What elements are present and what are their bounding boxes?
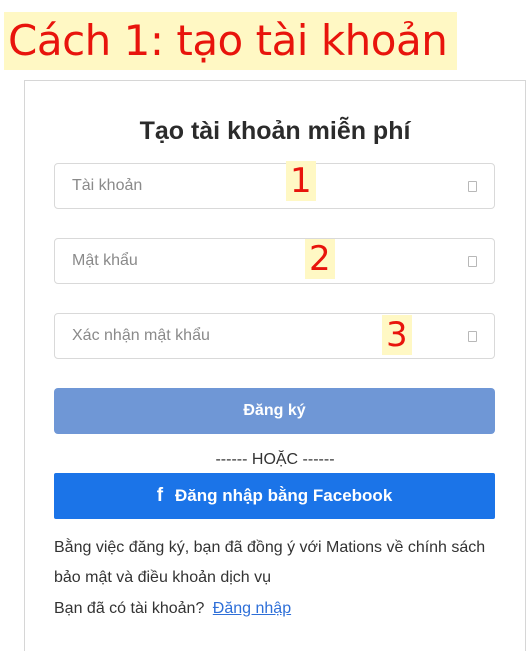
confirm-password-placeholder: Xác nhận mật khẩu	[72, 327, 210, 344]
username-field[interactable]: Tài khoản 1	[54, 161, 495, 209]
field-icon	[468, 256, 477, 267]
password-placeholder: Mật khẩu	[72, 252, 138, 269]
confirm-password-field[interactable]: Xác nhận mật khẩu 3	[54, 313, 495, 359]
field-icon	[468, 181, 477, 192]
login-link[interactable]: Đăng nhập	[213, 600, 291, 617]
facebook-login-label: Đăng nhập bằng Facebook	[175, 486, 393, 505]
facebook-login-button[interactable]: f Đăng nhập bằng Facebook	[54, 473, 495, 519]
step-number-2: 2	[305, 239, 335, 279]
signup-card: Tạo tài khoản miễn phí Tài khoản 1 Mật k…	[24, 80, 526, 651]
username-placeholder: Tài khoản	[72, 177, 143, 194]
or-divider: ------ HOẶC ------	[215, 451, 335, 468]
field-icon	[468, 331, 477, 342]
terms-text: Bằng việc đăng ký, bạn đã đồng ý với Mat…	[54, 539, 486, 586]
register-button[interactable]: Đăng ký	[54, 388, 495, 434]
have-account-line: Bạn đã có tài khoản? Đăng nhập	[54, 600, 291, 618]
register-button-label: Đăng ký	[243, 402, 306, 419]
form-title: Tạo tài khoản miễn phí	[139, 117, 411, 145]
step-number-1: 1	[286, 161, 316, 201]
facebook-icon: f	[156, 485, 164, 506]
password-field[interactable]: Mật khẩu 2	[54, 238, 495, 284]
annotation-caption: Cách 1: tạo tài khoản	[4, 12, 458, 70]
step-number-3: 3	[382, 315, 412, 355]
have-account-text: Bạn đã có tài khoản?	[54, 600, 205, 617]
